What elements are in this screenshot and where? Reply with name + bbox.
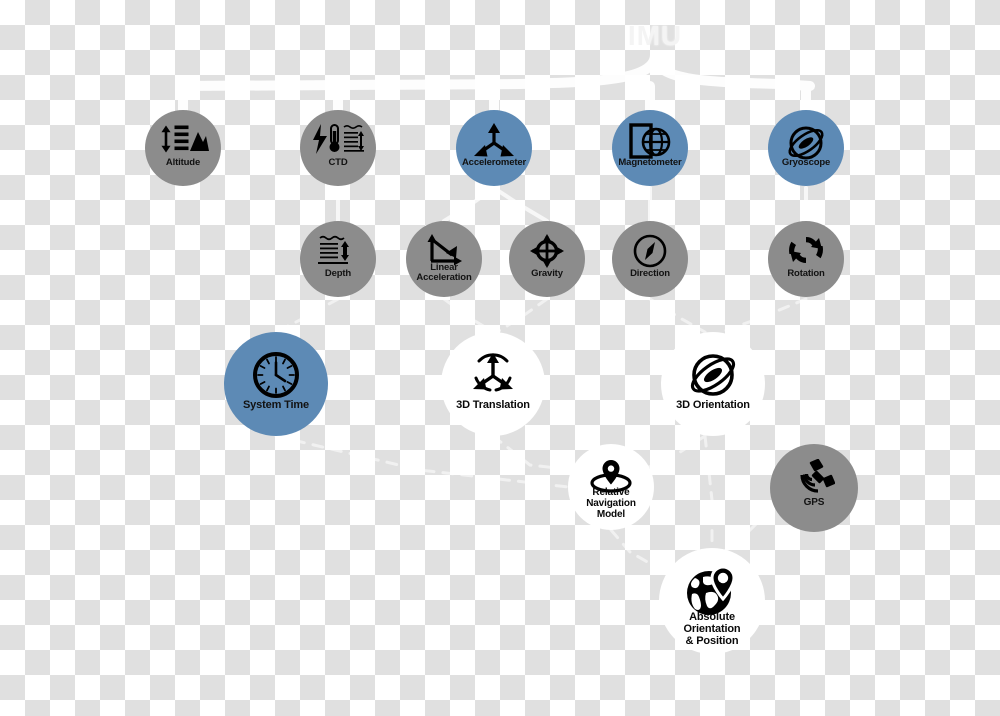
magnetometer-icon [628, 123, 672, 161]
node-label: Gryoscope [781, 157, 831, 168]
ctd-icon [311, 123, 365, 155]
node-accelerometer[interactable]: Accelerometer [456, 110, 532, 186]
node-label: Accelerometer [461, 157, 527, 168]
node-magnetometer[interactable]: Magnetometer [612, 110, 688, 186]
node-label: Linear Acceleration [416, 262, 472, 284]
clock-icon [251, 350, 301, 400]
node-rotation[interactable]: Rotation [768, 221, 844, 297]
node-label: 3D Translation [456, 399, 530, 411]
altitude-icon [157, 123, 209, 155]
node-linear-acceleration[interactable]: Linear Acceleration [406, 221, 482, 297]
satellite-icon [793, 458, 836, 499]
node-relative-navigation-model[interactable]: Relative Navigation Model [568, 444, 654, 530]
node-depth[interactable]: Depth [300, 221, 376, 297]
node-label: Direction [630, 268, 670, 279]
node-gps[interactable]: GPS [770, 444, 858, 532]
node-label: Depth [324, 268, 352, 279]
diagram-title: IMU [627, 20, 683, 51]
node-label: 3D Orientation [676, 399, 750, 411]
node-altitude[interactable]: Altitude [145, 110, 221, 186]
orientation-3d-icon [688, 350, 738, 400]
translation-3d-icon [467, 350, 519, 398]
node-3d-orientation[interactable]: 3D Orientation [661, 332, 765, 436]
accelerometer-icon [473, 123, 515, 161]
node-3d-translation[interactable]: 3D Translation [441, 332, 545, 436]
node-label: Altitude [165, 157, 201, 168]
node-label: Rotation [787, 268, 825, 279]
node-label: Relative Navigation Model [586, 487, 636, 520]
rotation-icon [789, 234, 823, 266]
node-label: GPS [803, 497, 825, 508]
node-direction[interactable]: Direction [612, 221, 688, 297]
gravity-icon [530, 234, 564, 268]
node-label: Magnetometer [618, 157, 682, 168]
node-label: CTD [328, 157, 348, 168]
node-label: Gravity [531, 268, 563, 279]
direction-icon [633, 234, 667, 268]
node-label: System Time [242, 399, 309, 411]
node-gravity[interactable]: Gravity [509, 221, 585, 297]
node-gryoscope[interactable]: Gryoscope [768, 110, 844, 186]
node-absolute-orientation-position[interactable]: Absolute Orientation & Position [659, 548, 765, 654]
node-label: Absolute Orientation & Position [683, 611, 741, 647]
diagram-canvas: IMU Altitude CTD Accelerometer Magnetome… [0, 0, 1000, 716]
depth-icon [318, 234, 358, 266]
node-ctd[interactable]: CTD [300, 110, 376, 186]
node-system-time[interactable]: System Time [224, 332, 328, 436]
